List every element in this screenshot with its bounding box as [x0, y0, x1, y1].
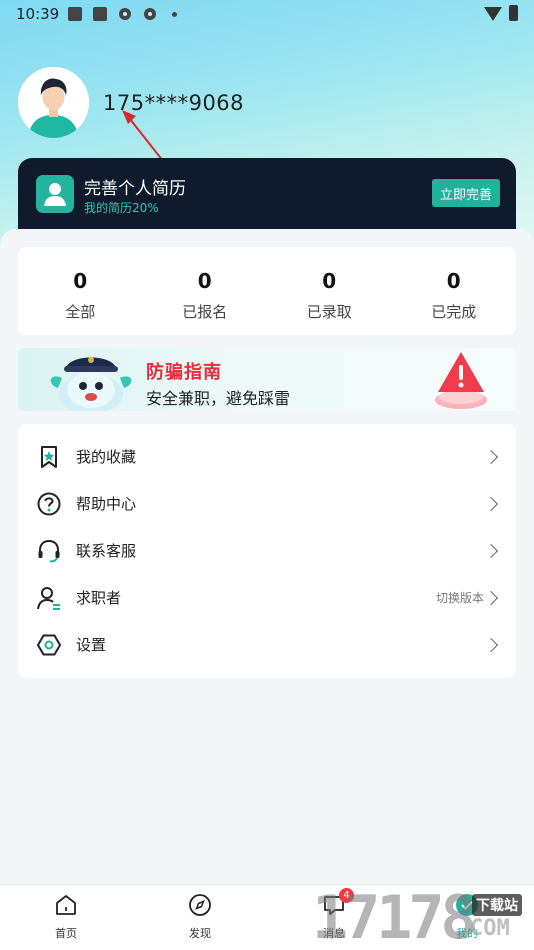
wifi-icon [484, 7, 502, 21]
resume-profile-icon [36, 175, 74, 213]
menu-item-job-seeker[interactable]: 求职者 切换版本 [18, 574, 516, 621]
site-watermark: 17178 下载站 COM [312, 886, 534, 950]
watermark-domain: COM [470, 916, 510, 941]
stat-applied[interactable]: 0 已报名 [143, 247, 268, 335]
menu-item-settings[interactable]: 设置 [18, 621, 516, 668]
fraud-banner-subtitle: 安全兼职，避免踩雷 [146, 389, 291, 408]
chevron-right-icon [483, 543, 499, 558]
stat-label: 已报名 [182, 303, 228, 321]
menu-label: 求职者 [76, 589, 122, 607]
fraud-banner-title: 防骗指南 [146, 362, 222, 383]
app-notification-icon [119, 8, 131, 20]
stat-label: 全部 [65, 303, 96, 321]
warning-triangle-icon [435, 352, 487, 409]
menu-item-customer-service[interactable]: 联系客服 [18, 527, 516, 574]
menu-label: 联系客服 [76, 542, 137, 560]
bookmark-icon [41, 445, 57, 468]
watermark-site: 下载站 [472, 894, 522, 916]
nav-discover[interactable]: 发现 [165, 893, 235, 941]
notification-icon [68, 7, 82, 21]
menu-label: 我的收藏 [76, 448, 137, 466]
settings-icon [37, 634, 61, 655]
nav-label: 首页 [55, 927, 77, 940]
avatar-person-icon [18, 67, 89, 138]
stat-label: 已完成 [431, 303, 477, 321]
status-bar: 10:39 [0, 0, 534, 28]
stat-value: 0 [322, 269, 337, 293]
resume-progress: 我的简历20% [84, 201, 159, 215]
resume-title: 完善个人简历 [84, 179, 186, 199]
home-icon [56, 895, 76, 915]
app-notification-icon [144, 8, 156, 20]
status-time: 10:39 [16, 5, 60, 23]
stat-value: 0 [197, 269, 212, 293]
chevron-right-icon [483, 449, 499, 464]
help-icon [37, 492, 61, 515]
settings-menu: 我的收藏 帮助中心 联系客服 求职者 切换版本 设置 [18, 424, 516, 678]
complete-resume-button[interactable]: 立即完善 [432, 179, 500, 207]
compass-icon [189, 894, 211, 916]
nav-home[interactable]: 首页 [31, 893, 101, 941]
menu-label: 设置 [76, 636, 107, 654]
notification-icon [93, 7, 107, 21]
stat-all[interactable]: 0 全部 [18, 247, 143, 335]
stat-label: 已录取 [306, 303, 352, 321]
menu-item-favorites[interactable]: 我的收藏 [18, 433, 516, 480]
application-stats: 0 全部 0 已报名 0 已录取 0 已完成 [18, 247, 516, 335]
chevron-right-icon [483, 590, 499, 605]
avatar[interactable] [18, 67, 89, 138]
stat-value: 0 [73, 269, 88, 293]
chevron-right-icon [483, 637, 499, 652]
menu-label: 帮助中心 [76, 495, 137, 513]
watermark-number: 17178 [312, 883, 477, 950]
more-notifications-icon [172, 12, 177, 17]
switch-version-label: 切换版本 [435, 591, 484, 605]
police-mascot-icon [50, 357, 132, 411]
battery-icon [509, 5, 518, 21]
nav-label: 发现 [189, 927, 211, 940]
user-switch-icon [37, 586, 60, 610]
menu-item-help[interactable]: 帮助中心 [18, 480, 516, 527]
stat-value: 0 [446, 269, 461, 293]
stat-hired[interactable]: 0 已录取 [267, 247, 392, 335]
stat-completed[interactable]: 0 已完成 [392, 247, 517, 335]
chevron-right-icon [483, 496, 499, 511]
anti-fraud-banner[interactable]: 防骗指南 安全兼职，避免踩雷 [18, 348, 516, 411]
headset-icon [38, 539, 60, 562]
